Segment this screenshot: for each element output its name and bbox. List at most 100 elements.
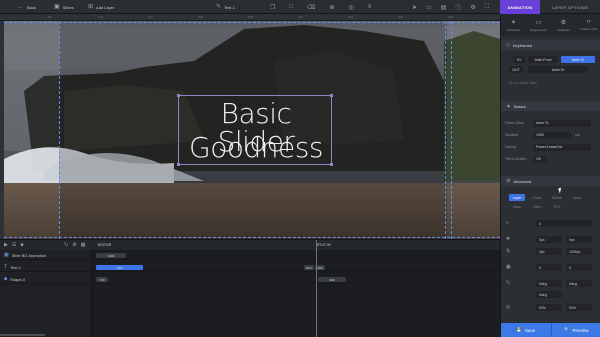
timeline-bar[interactable]: 700 [96,277,108,282]
timeline-row[interactable]: ▦ Slide BG Animation 1000 [0,250,500,260]
rotate-z-field[interactable]: 0deg [536,291,562,298]
ruler-tick: 400 [398,15,404,19]
save-icon: 💾 [516,327,522,332]
align-icon[interactable]: ≡ [368,4,372,10]
section-keyframes[interactable]: ◇ Keyframes [501,40,600,50]
anim-to-button[interactable]: Anim To [561,56,595,63]
adv-tab-filter[interactable]: Filter [529,203,545,210]
slide-stage[interactable]: Basic Slider Goodness [4,21,500,239]
action-bar: 💾 Save 🔍 Preview [501,323,600,337]
timeline-bar[interactable]: 300 [318,277,346,282]
layout-icon[interactable]: ▤ [441,4,447,11]
resize-handle[interactable] [330,94,333,97]
origin-icon: ◎ [506,304,511,310]
text-to-button-toggle[interactable]: Off [533,155,547,163]
delete-icon[interactable]: ⌫ [307,4,315,11]
layer-selector[interactable]: ✎ Text-1 [216,0,235,14]
tab-animation[interactable]: ANIMATION [500,0,540,14]
list-icon[interactable]: ☰ [12,242,16,248]
keyframes-icon: ◇ [506,42,510,48]
ruler-tick: 50 [48,15,52,19]
rotate-y-field[interactable]: 0deg [566,280,592,287]
depth-icon: ⇅ [506,248,511,254]
folder-icon[interactable]: ■ [20,242,23,248]
animation-icon: ✶ [510,19,517,26]
x-field[interactable]: 0px [536,236,562,243]
preview-button[interactable]: 🔍 Preview [550,323,600,337]
slides-button[interactable]: ▣ Slides [54,0,74,14]
section-advanced[interactable]: ⚙ Advanced [501,176,600,186]
timeline-header: ▶ ☰ ■ ↻ ⚙ ▦ EDITOR SPLIT 00 [0,240,500,250]
section-basics[interactable]: ▲ Basics [501,101,600,111]
resize-handle[interactable] [330,163,333,166]
easing-select[interactable]: Power4.easeOut [533,143,591,151]
fullscreen-icon[interactable]: ⛶ [485,4,489,11]
adv-tab-lines[interactable]: Lines [569,194,585,201]
subtab-responsivity[interactable]: ▭ Responsivity [526,14,551,36]
perspective-field[interactable]: 1000px [566,248,592,255]
edit-tools: ❐ □ ⌫ ⊕ ◎ ≡ [270,0,371,14]
horizontal-guide-top [4,22,500,23]
add-layer-button[interactable]: ⊞ Add Layer [88,0,114,14]
rotate-x-field[interactable]: 0deg [536,280,562,287]
duration-field[interactable]: 1000 [533,131,571,139]
cursor-icon[interactable]: ➤ [412,4,417,11]
duplicate-icon[interactable]: ❐ [270,4,275,11]
layer-options-panel: ✶ Animation ▭ Responsivity ⚙ Attributes … [500,14,600,337]
text-layer-box[interactable]: Basic Slider Goodness [177,94,333,166]
scale-y-field[interactable]: 0 [566,264,592,271]
advanced-icon: ⚙ [506,178,511,184]
in-toggle[interactable]: IN [513,56,525,63]
out-toggle[interactable]: OUT [509,66,523,73]
layer-name: Slide BG Animation [11,252,47,258]
origin-y-field[interactable]: 50% [566,304,592,311]
timeline-row[interactable]: T Text-1 1000 OUT 300 [0,262,500,272]
anim-from-button[interactable]: Anim From [528,56,558,63]
visibility-icon[interactable]: ◎ [349,4,354,11]
frame-alias-field[interactable]: Anim To [533,119,591,127]
adv-tab-chars[interactable]: Chars [529,194,545,201]
back-button[interactable]: ← Back [18,0,36,14]
copy-icon[interactable]: □ [289,4,293,10]
resize-handle[interactable] [177,163,180,166]
timeline-out-bar[interactable]: OUT [304,265,314,270]
y-field[interactable]: 0px [566,236,592,243]
desktop-icon[interactable]: ▭ [426,4,432,11]
adv-tab-words[interactable]: Words [549,194,565,201]
help-icon[interactable]: ⓘ [455,3,461,12]
opacity-field[interactable]: 0 [536,220,592,227]
timeline-scrollbar[interactable] [0,334,45,336]
timeline-playhead[interactable] [316,240,317,337]
settings-icon[interactable]: ⚙ [470,4,475,11]
anim-to-field[interactable]: Anim To [528,66,588,73]
origin-x-field[interactable]: 50% [536,304,562,311]
add-layer-icon: ⊞ [88,4,94,10]
slide-canvas[interactable]: Basic Slider Goodness [0,21,500,239]
adv-tab-layer[interactable]: Layer [509,194,525,201]
slide-bg-icon: ▦ [4,252,9,258]
resize-handle[interactable] [177,94,180,97]
adv-tab-mask[interactable]: Mask [509,203,525,210]
snap-icon[interactable]: ▦ [81,242,86,248]
lock-icon[interactable]: ⊕ [330,4,335,11]
scale-x-field[interactable]: 0 [536,264,562,271]
adv-tab-sfx[interactable]: SFX [549,203,565,210]
slide-text-line-2[interactable]: Goodness [179,134,333,162]
play-icon[interactable]: ▶ [4,242,8,248]
z-field[interactable]: 0px [536,248,562,255]
ruler-tick: 150 [148,15,154,19]
subtab-attributes[interactable]: ⚙ Attributes [551,14,576,36]
subtab-custom-css[interactable]: ‹› Custom CSS [576,14,600,36]
timeline-bar[interactable]: 1000 [96,253,126,258]
save-button[interactable]: 💾 Save [501,323,551,337]
refresh-icon[interactable]: ↻ [64,242,68,248]
subtab-animation[interactable]: ✶ Animation [501,14,526,36]
timeline-row[interactable]: ■ Shape-0 700 300 [0,274,500,284]
timeline-bar-active[interactable]: 1000 [96,265,143,270]
layer-name: Shape-0 [10,276,26,282]
vertical-guide [451,21,452,239]
position-row: 0px 0px [521,236,599,244]
ruler-tick: 200 [198,15,204,19]
tab-layer-options[interactable]: LAYER OPTIONS [540,0,600,14]
timeline-settings-icon[interactable]: ⚙ [72,242,76,248]
